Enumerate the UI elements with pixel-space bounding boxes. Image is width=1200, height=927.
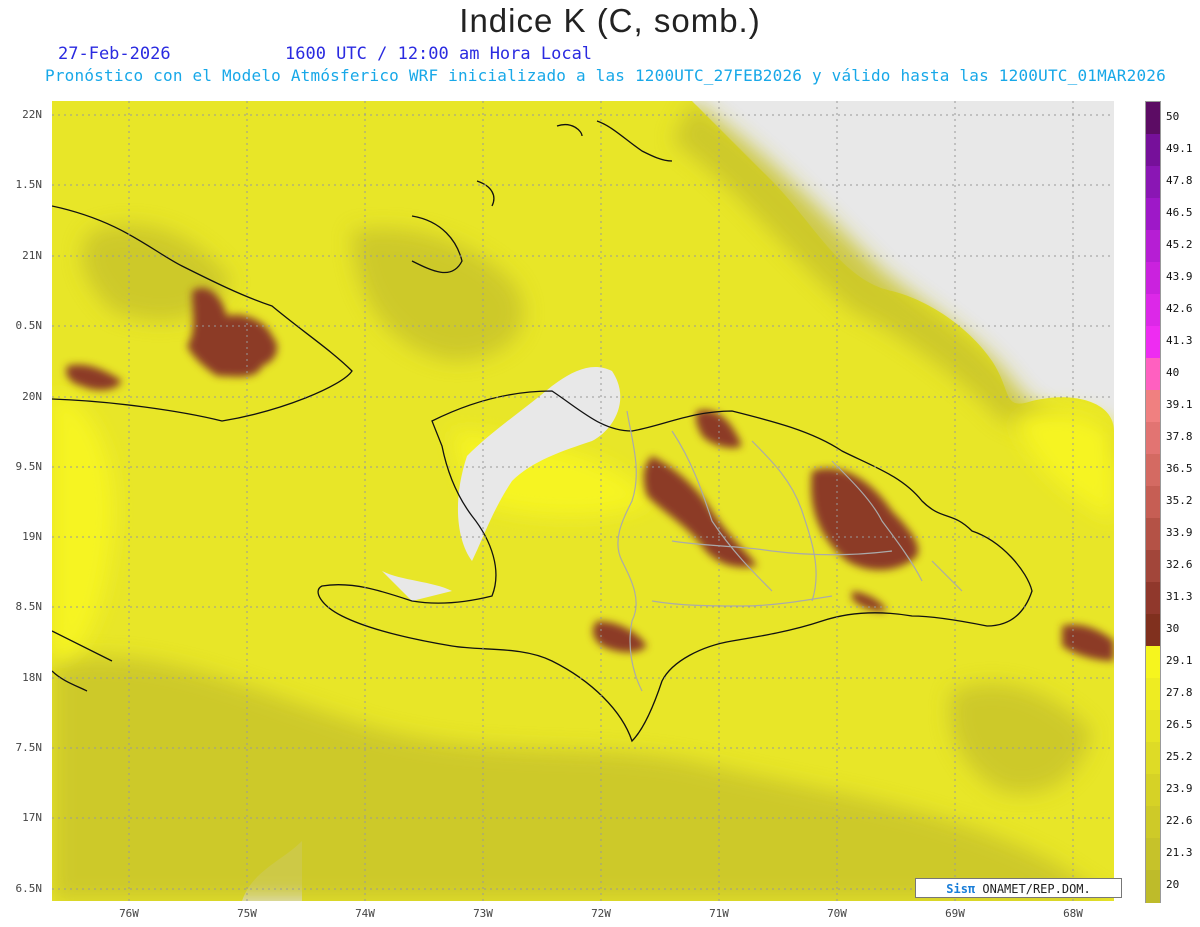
- colorbar-segment: [1146, 390, 1160, 423]
- lat-label: 8.5N: [15, 600, 43, 613]
- colorbar-label: 36.5: [1166, 462, 1193, 475]
- colorbar-label: 20: [1166, 878, 1180, 891]
- lat-label: 7.5N: [15, 741, 43, 754]
- colorbar-label: 43.9: [1166, 270, 1193, 283]
- colorbar-label: 30: [1166, 622, 1180, 635]
- colorbar-segment: [1146, 614, 1160, 647]
- forecast-time: 1600 UTC / 12:00 am Hora Local: [285, 44, 593, 64]
- colorbar-label: 39.1: [1166, 398, 1193, 411]
- colorbar-label: 31.3: [1166, 590, 1193, 603]
- colorbar-segment: [1146, 102, 1160, 135]
- colorbar-segment: [1146, 678, 1160, 711]
- lon-label: 73W: [473, 907, 493, 920]
- colorbar-segment: [1146, 870, 1160, 903]
- lon-label: 74W: [355, 907, 375, 920]
- colorbar-label: 23.9: [1166, 782, 1193, 795]
- lat-label: 17N: [22, 811, 42, 824]
- lat-label: 19N: [22, 530, 42, 543]
- colorbar-label: 49.1: [1166, 142, 1193, 155]
- colorbar-label: 22.6: [1166, 814, 1193, 827]
- lat-label: 21N: [22, 249, 42, 262]
- colorbar-segment: [1146, 646, 1160, 679]
- forecast-subtitle: Pronóstico con el Modelo Atmósferico WRF…: [45, 66, 1166, 85]
- colorbar-segment: [1146, 838, 1160, 871]
- map-area: [52, 101, 1114, 901]
- k-index-field: [52, 101, 1114, 901]
- colorbar-label: 47.8: [1166, 174, 1193, 187]
- colorbar-segment: [1146, 198, 1160, 231]
- colorbar-segment: [1146, 774, 1160, 807]
- colorbar-segment: [1146, 582, 1160, 615]
- colorbar-label: 50: [1166, 110, 1180, 123]
- colorbar-segment: [1146, 550, 1160, 583]
- credit-box: Sisπ ONAMET/REP.DOM.: [915, 878, 1122, 898]
- lon-label: 69W: [945, 907, 965, 920]
- lon-label: 72W: [591, 907, 611, 920]
- colorbar-label: 26.5: [1166, 718, 1193, 731]
- colorbar-label: 27.8: [1166, 686, 1193, 699]
- lon-label: 75W: [237, 907, 257, 920]
- colorbar-segment: [1146, 422, 1160, 455]
- colorbar-segment: [1146, 134, 1160, 167]
- credit-brand: Sisπ: [946, 882, 976, 896]
- colorbar-segment: [1146, 710, 1160, 743]
- colorbar: [1145, 101, 1161, 903]
- colorbar-label: 46.5: [1166, 206, 1193, 219]
- lat-label: 22N: [22, 108, 42, 121]
- colorbar-label: 29.1: [1166, 654, 1193, 667]
- map-title: Indice K (C, somb.): [459, 2, 761, 39]
- colorbar-label: 42.6: [1166, 302, 1193, 315]
- lat-label: 20N: [22, 390, 42, 403]
- colorbar-segment: [1146, 518, 1160, 551]
- credit-text: ONAMET/REP.DOM.: [975, 882, 1091, 896]
- colorbar-segment: [1146, 294, 1160, 327]
- colorbar-segment: [1146, 230, 1160, 263]
- forecast-date: 27-Feb-2026: [58, 44, 171, 64]
- lon-label: 70W: [827, 907, 847, 920]
- colorbar-segment: [1146, 326, 1160, 359]
- lon-label: 76W: [119, 907, 139, 920]
- colorbar-label: 40: [1166, 366, 1180, 379]
- colorbar-label: 32.6: [1166, 558, 1193, 571]
- lat-label: 18N: [22, 671, 42, 684]
- colorbar-label: 33.9: [1166, 526, 1193, 539]
- colorbar-segment: [1146, 358, 1160, 391]
- colorbar-segment: [1146, 166, 1160, 199]
- colorbar-label: 35.2: [1166, 494, 1193, 507]
- colorbar-label: 25.2: [1166, 750, 1193, 763]
- colorbar-segment: [1146, 806, 1160, 839]
- lat-label: 0.5N: [15, 319, 43, 332]
- colorbar-segment: [1146, 486, 1160, 519]
- colorbar-segment: [1146, 742, 1160, 775]
- lat-label: 1.5N: [15, 178, 43, 191]
- lon-label: 71W: [709, 907, 729, 920]
- colorbar-segment: [1146, 454, 1160, 487]
- colorbar-label: 45.2: [1166, 238, 1193, 251]
- colorbar-label: 21.3: [1166, 846, 1193, 859]
- lon-label: 68W: [1063, 907, 1083, 920]
- lat-label: 6.5N: [15, 882, 43, 895]
- lat-label: 9.5N: [15, 460, 43, 473]
- colorbar-label: 37.8: [1166, 430, 1193, 443]
- colorbar-segment: [1146, 262, 1160, 295]
- colorbar-label: 41.3: [1166, 334, 1193, 347]
